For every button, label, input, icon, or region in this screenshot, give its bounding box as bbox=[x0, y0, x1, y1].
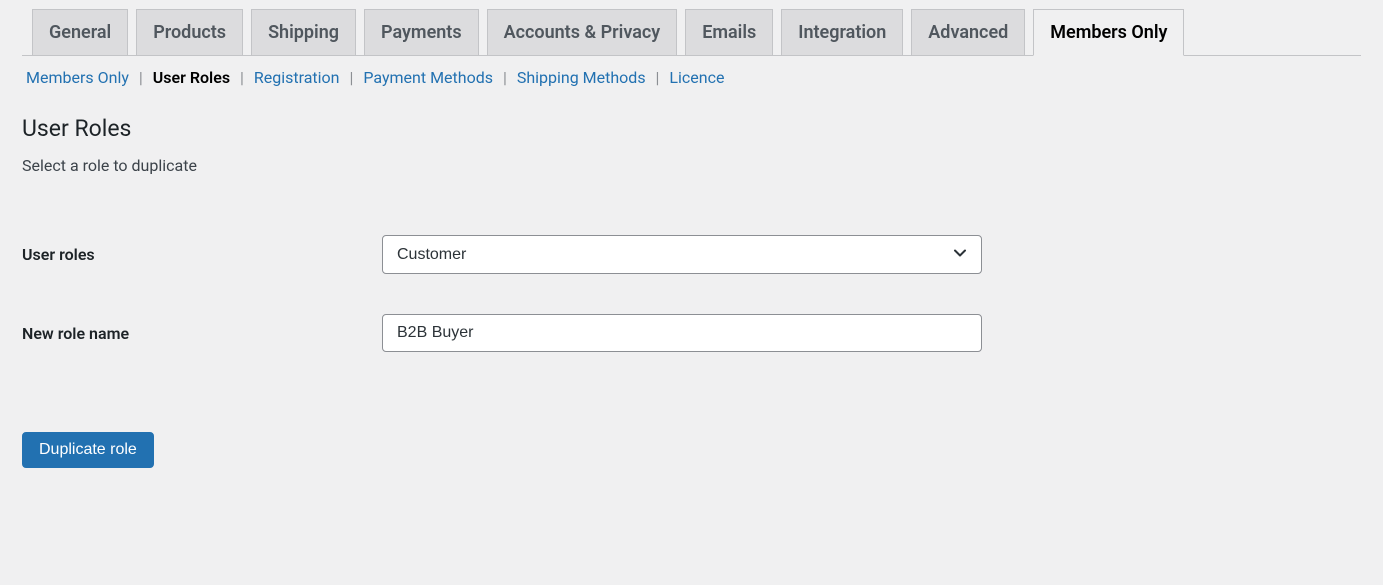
new-role-name-input[interactable] bbox=[382, 314, 982, 352]
duplicate-role-button[interactable]: Duplicate role bbox=[22, 432, 154, 468]
subtab-licence[interactable]: Licence bbox=[665, 68, 728, 87]
subtab-separator: | bbox=[650, 68, 666, 87]
subtab-shipping-methods[interactable]: Shipping Methods bbox=[513, 68, 650, 87]
settings-form-table: User roles Customer bbox=[22, 215, 1361, 372]
subtab-members-only[interactable]: Members Only bbox=[22, 68, 133, 87]
tab-emails[interactable]: Emails bbox=[685, 9, 773, 56]
section-description: Select a role to duplicate bbox=[22, 156, 1361, 175]
tab-products[interactable]: Products bbox=[136, 9, 243, 56]
subtab-separator: | bbox=[497, 68, 513, 87]
tab-accounts-privacy[interactable]: Accounts & Privacy bbox=[487, 9, 678, 56]
subtab-separator: | bbox=[133, 68, 149, 87]
user-roles-select[interactable]: Customer bbox=[382, 235, 982, 274]
tab-integration[interactable]: Integration bbox=[781, 9, 903, 56]
settings-tabs: GeneralProductsShippingPaymentsAccounts … bbox=[22, 0, 1361, 56]
tab-members-only[interactable]: Members Only bbox=[1033, 9, 1184, 56]
subtab-user-roles: User Roles bbox=[149, 68, 234, 87]
settings-subtabs: Members Only | User Roles | Registration… bbox=[22, 68, 1361, 87]
new-role-name-label: New role name bbox=[22, 324, 129, 343]
tab-advanced[interactable]: Advanced bbox=[911, 9, 1025, 56]
subtab-registration[interactable]: Registration bbox=[250, 68, 344, 87]
tab-payments[interactable]: Payments bbox=[364, 9, 479, 56]
user-roles-label: User roles bbox=[22, 245, 95, 264]
subtab-separator: | bbox=[234, 68, 250, 87]
tab-shipping[interactable]: Shipping bbox=[251, 9, 356, 56]
subtab-payment-methods[interactable]: Payment Methods bbox=[359, 68, 497, 87]
subtab-separator: | bbox=[344, 68, 360, 87]
tab-general[interactable]: General bbox=[32, 9, 128, 56]
section-title: User Roles bbox=[22, 115, 1361, 142]
